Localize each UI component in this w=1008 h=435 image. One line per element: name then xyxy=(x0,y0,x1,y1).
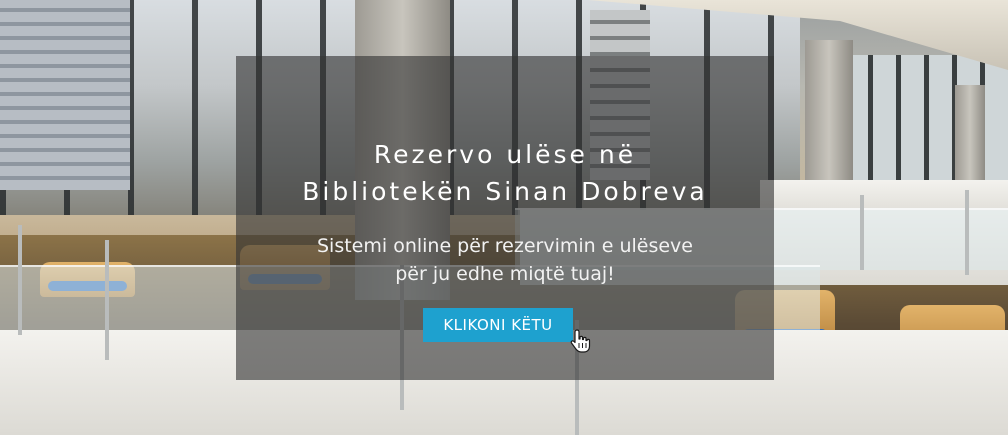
outside-building xyxy=(0,0,130,190)
library-pillar xyxy=(955,85,985,195)
hero-overlay: Rezervo ulëse në Bibliotekën Sinan Dobre… xyxy=(236,56,774,380)
desk-lamp xyxy=(860,195,864,270)
click-here-button[interactable]: KLIKONI KËTU xyxy=(423,308,573,342)
desk-lamp xyxy=(18,225,22,335)
hero-subtitle-line2: për ju edhe miqtë tuaj! xyxy=(395,263,615,285)
hero-section: Rezervo ulëse në Bibliotekën Sinan Dobre… xyxy=(0,0,1008,435)
desk-lamp xyxy=(965,190,969,275)
hero-title-line1: Rezervo ulëse në xyxy=(373,140,637,169)
hero-title-line2: Bibliotekën Sinan Dobreva xyxy=(302,177,708,206)
desk-lamp xyxy=(105,240,109,360)
hand-pointer-icon xyxy=(570,329,591,353)
hero-subtitle-line1: Sistemi online për rezervimin e ulëseve xyxy=(316,235,693,257)
